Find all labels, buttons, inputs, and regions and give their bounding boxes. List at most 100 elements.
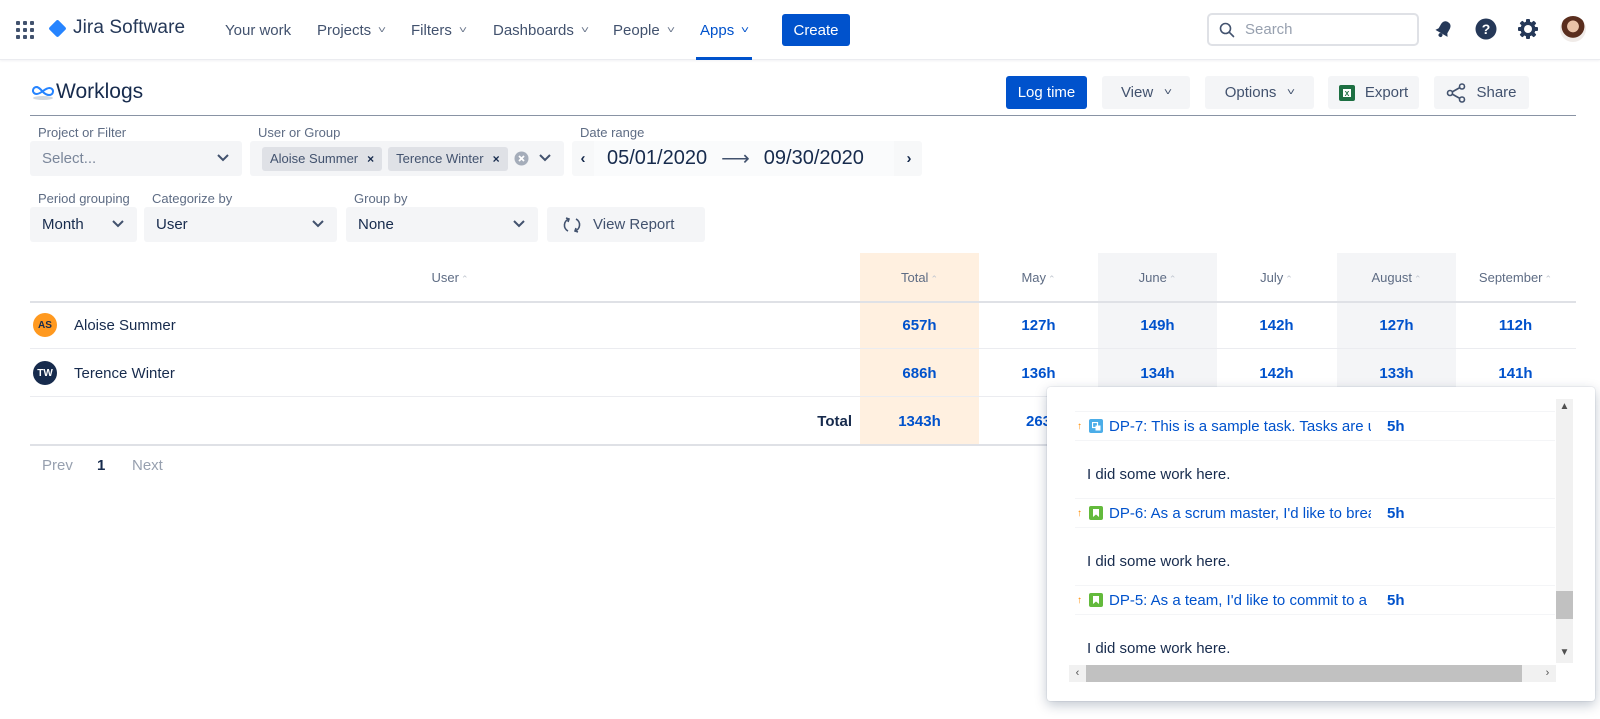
horizontal-scrollbar[interactable]: ‹ › [1069, 665, 1556, 682]
user-group-select[interactable]: Aloise Summer × Terence Winter × [250, 141, 564, 176]
hours-cell[interactable]: 112h [1456, 317, 1575, 334]
header-label: May [1021, 270, 1046, 285]
sort-icon: ⌃ [1544, 274, 1553, 284]
notifications-icon[interactable] [1432, 17, 1456, 41]
user-name: Terence Winter [74, 365, 175, 382]
group-by-select[interactable]: None [346, 207, 538, 242]
worklogs-logo-icon [32, 85, 54, 100]
sort-icon: ⌃ [1168, 274, 1177, 284]
user-tag: Terence Winter × [388, 146, 508, 171]
user-group-label: User or Group [258, 125, 341, 140]
chevron-down-icon [217, 154, 229, 162]
avatar-initials: TW [37, 367, 53, 379]
profile-avatar[interactable] [1560, 16, 1586, 42]
vertical-scrollbar[interactable]: ▲ ▼ [1556, 399, 1573, 663]
app-switcher-icon[interactable] [16, 21, 34, 39]
period-grouping-select[interactable]: Month [30, 207, 137, 242]
remove-tag-icon[interactable]: × [493, 152, 500, 166]
column-header-july[interactable]: July ⌃ [1217, 270, 1336, 285]
hours-cell[interactable]: 127h [979, 317, 1098, 334]
sort-icon: ⌃ [930, 274, 938, 284]
story-type-icon [1089, 593, 1103, 607]
date-from-input[interactable]: 05/01/2020 [607, 147, 707, 170]
period-grouping-label: Period grouping [38, 191, 130, 206]
nav-people[interactable]: People ˅ [613, 0, 675, 60]
current-page[interactable]: 1 [97, 457, 105, 474]
nav-filters[interactable]: Filters ˅ [411, 0, 467, 60]
select-value: None [358, 216, 394, 233]
column-header-total[interactable]: Total ⌃ [860, 270, 979, 285]
next-period-icon[interactable]: › [898, 150, 920, 167]
nav-projects[interactable]: Projects ˅ [317, 0, 387, 60]
export-button[interactable]: X Export [1328, 76, 1419, 109]
nav-your-work[interactable]: Your work [225, 0, 291, 60]
button-label: Share [1476, 84, 1517, 101]
page-header: Worklogs Log time View ˅ Options ˅ X Expor… [30, 76, 1576, 116]
button-label: Export [1364, 84, 1409, 101]
issue-link[interactable]: DP-5: As a team, I'd like to commit to a… [1109, 592, 1371, 609]
column-header-may[interactable]: May ⌃ [979, 270, 1098, 285]
nav-dashboards[interactable]: Dashboards ˅ [493, 0, 589, 60]
hours-cell[interactable]: 142h [1217, 317, 1336, 334]
date-arrow-icon: ⟶ [721, 148, 750, 170]
view-dropdown-button[interactable]: View ˅ [1102, 76, 1190, 109]
top-navigation: Jira Software Your work Projects ˅ Filter… [0, 0, 1600, 60]
total-hours-cell[interactable]: 657h [860, 317, 979, 334]
issue-link[interactable]: DP-6: As a scrum master, I'd like to bre… [1109, 505, 1371, 522]
date-inputs: 05/01/2020 ⟶ 09/30/2020 [594, 141, 894, 176]
chevron-down-icon: ˅ [378, 24, 387, 36]
previous-period-icon[interactable]: ‹ [572, 150, 594, 167]
date-to-input[interactable]: 09/30/2020 [764, 147, 864, 170]
clear-all-icon[interactable] [514, 151, 529, 166]
column-header-june[interactable]: June ⌃ [1098, 270, 1217, 285]
options-dropdown-button[interactable]: Options ˅ [1205, 76, 1314, 109]
prev-page-link[interactable]: Prev [42, 457, 73, 474]
help-icon[interactable]: ? [1474, 17, 1498, 41]
hours-cell[interactable]: 136h [979, 365, 1098, 382]
column-header-august[interactable]: August ⌃ [1337, 270, 1456, 285]
button-label: View Report [593, 216, 675, 233]
row-divider [30, 348, 1576, 349]
hours-cell[interactable]: 134h [1098, 365, 1217, 382]
search-box[interactable] [1207, 13, 1419, 46]
nav-label: Apps [700, 21, 735, 39]
column-header-september[interactable]: September ⌃ [1456, 270, 1575, 285]
scroll-down-icon[interactable]: ▼ [1556, 647, 1573, 658]
view-report-button[interactable]: View Report [547, 207, 705, 242]
date-range-picker: ‹ 05/01/2020 ⟶ 09/30/2020 › [572, 141, 922, 176]
horizontal-scroll-thumb[interactable] [1086, 665, 1522, 682]
scroll-left-icon[interactable]: ‹ [1069, 665, 1086, 682]
worklog-entry: ↑ DP-6: As a scrum master, I'd like to b… [1075, 498, 1555, 528]
issue-link[interactable]: DP-7: This is a sample task. Tasks are u… [1109, 418, 1371, 435]
hours-cell[interactable]: 127h [1337, 317, 1456, 334]
hours-cell[interactable]: 142h [1217, 365, 1336, 382]
hours-cell[interactable]: 149h [1098, 317, 1217, 334]
sort-icon: ⌃ [1048, 274, 1056, 284]
project-filter-select[interactable]: Select... [30, 141, 242, 176]
scroll-up-icon[interactable]: ▲ [1556, 401, 1573, 412]
tag-label: Terence Winter [396, 151, 484, 166]
search-icon [1219, 22, 1235, 37]
scroll-right-icon[interactable]: › [1539, 665, 1556, 682]
tag-label: Aloise Summer [270, 151, 359, 166]
categorize-by-select[interactable]: User [144, 207, 337, 242]
column-header-user[interactable]: User ⌃ [400, 270, 500, 285]
grand-total-cell[interactable]: 1343h [860, 413, 979, 430]
jira-logo[interactable]: Jira Software [48, 17, 185, 39]
hours-cell[interactable]: 141h [1456, 365, 1575, 382]
create-button[interactable]: Create [782, 14, 850, 46]
settings-icon[interactable] [1516, 17, 1540, 41]
vertical-scroll-thumb[interactable] [1556, 591, 1573, 619]
share-button[interactable]: Share [1434, 76, 1529, 109]
refresh-icon [563, 216, 581, 233]
nav-apps[interactable]: Apps ˅ [695, 0, 753, 60]
remove-tag-icon[interactable]: × [367, 152, 374, 166]
story-type-icon [1089, 506, 1103, 520]
log-time-button[interactable]: Log time [1006, 76, 1087, 109]
priority-up-icon: ↑ [1077, 594, 1082, 606]
total-hours-cell[interactable]: 686h [860, 365, 979, 382]
hours-cell[interactable]: 133h [1337, 365, 1456, 382]
nav-label: People [613, 21, 660, 39]
search-input[interactable] [1245, 21, 1405, 38]
next-page-link[interactable]: Next [132, 457, 163, 474]
